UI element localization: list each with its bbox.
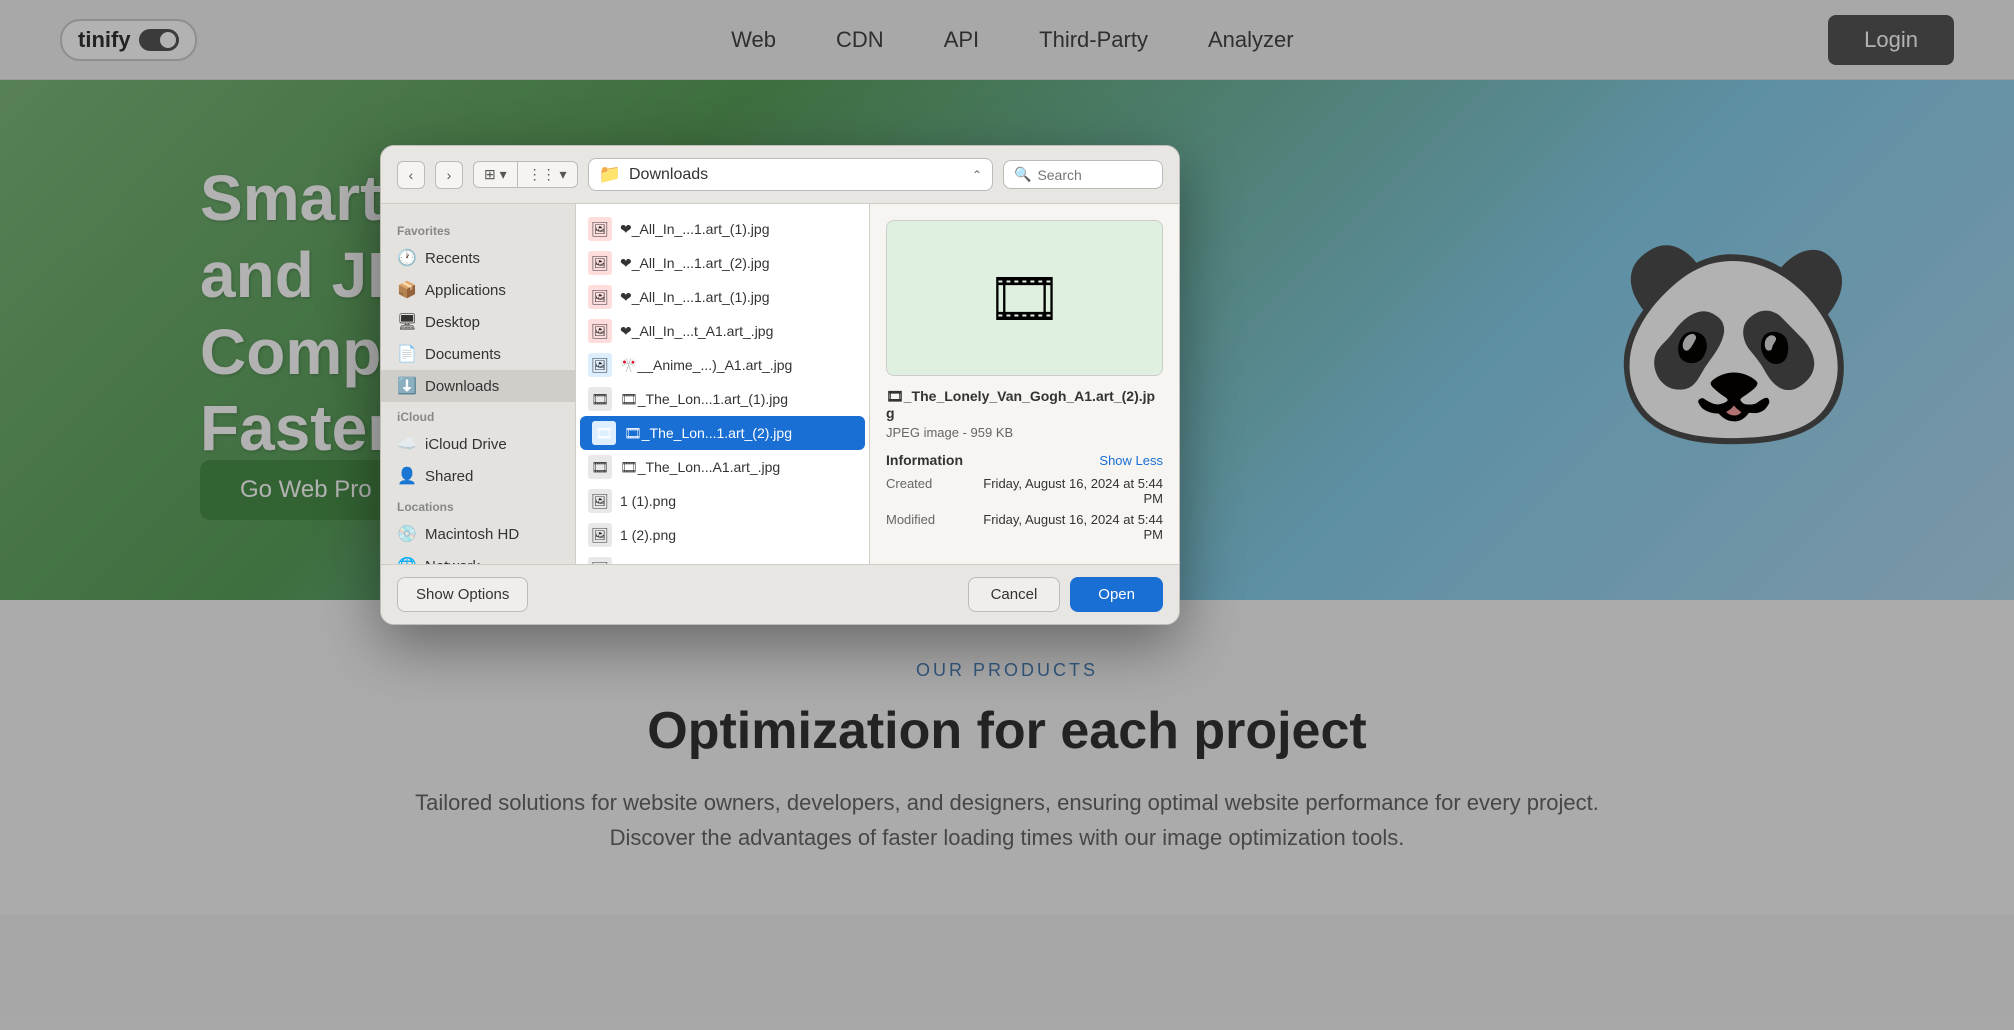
forward-button[interactable]: › <box>435 161 463 189</box>
info-created-row: Created Friday, August 16, 2024 at 5:44 … <box>886 476 1163 506</box>
sidebar-item-documents[interactable]: 📄 Documents <box>381 338 575 370</box>
icloud-label: iCloud <box>381 402 575 428</box>
preview-filesize: JPEG image - 959 KB <box>886 425 1163 440</box>
recents-icon: 🕐 <box>397 248 417 268</box>
modified-value: Friday, August 16, 2024 at 5:44 PM <box>983 512 1163 542</box>
list-item[interactable]: 🎞 🎞_The_Lon...1.art_(1).jpg <box>576 382 869 416</box>
location-icon: 📁 <box>599 164 621 185</box>
location-bar: 📁 Downloads ⌃ <box>588 158 993 191</box>
sidebar-item-macintosh-hd[interactable]: 💿 Macintosh HD <box>381 518 575 550</box>
list-item[interactable]: 🖼 ❤_All_In_...1.art_(1).jpg <box>576 212 869 246</box>
preview-filename: 🎞_The_Lonely_Van_Gogh_A1.art_(2).jpg <box>886 388 1163 421</box>
info-title: Information <box>886 452 963 468</box>
show-options-button[interactable]: Show Options <box>397 577 528 612</box>
list-item[interactable]: 🖼 1 (2).png <box>576 518 869 552</box>
created-value: Friday, August 16, 2024 at 5:44 PM <box>983 476 1163 506</box>
file-name: 1 (2).png <box>620 527 676 543</box>
search-input[interactable] <box>1037 167 1152 183</box>
file-name: ❤_All_In_...t_A1.art_.jpg <box>620 323 773 340</box>
applications-icon: 📦 <box>397 280 417 300</box>
sidebar-item-applications[interactable]: 📦 Applications <box>381 274 575 306</box>
show-less-button[interactable]: Show Less <box>1099 453 1163 468</box>
sidebar-item-label-applications: Applications <box>425 282 506 299</box>
sidebar-item-icloud-drive[interactable]: ☁️ iCloud Drive <box>381 428 575 460</box>
shared-icon: 👤 <box>397 466 417 486</box>
downloads-icon: ⬇️ <box>397 376 417 396</box>
file-name: 🎞_The_Lon...1.art_(2).jpg <box>624 425 792 442</box>
sidebar-item-label-desktop: Desktop <box>425 314 480 331</box>
sidebar-item-network[interactable]: 🌐 Network <box>381 550 575 564</box>
icloud-drive-icon: ☁️ <box>397 434 417 454</box>
open-button[interactable]: Open <box>1070 577 1163 612</box>
created-label: Created <box>886 476 932 506</box>
preview-image: 🎞 <box>886 220 1163 376</box>
sidebar-item-downloads[interactable]: ⬇️ Downloads <box>381 370 575 402</box>
desktop-icon: 🖥 <box>397 312 417 332</box>
sidebar-item-label-documents: Documents <box>425 346 501 363</box>
modified-label: Modified <box>886 512 935 542</box>
dialog-toolbar: ‹ › ⊞ ▾ ⋮⋮ ▾ 📁 Downloads ⌃ 🔍 <box>381 146 1179 204</box>
back-button[interactable]: ‹ <box>397 161 425 189</box>
sidebar-item-desktop[interactable]: 🖥 Desktop <box>381 306 575 338</box>
file-thumb: 🖼 <box>588 557 612 564</box>
network-icon: 🌐 <box>397 556 417 564</box>
cancel-button[interactable]: Cancel <box>968 577 1061 612</box>
sidebar-item-label-downloads: Downloads <box>425 378 499 395</box>
list-view-button[interactable]: ⊞ ▾ <box>474 162 518 187</box>
file-thumb: 🖼 <box>588 353 612 377</box>
macintosh-hd-icon: 💿 <box>397 524 417 544</box>
info-header: Information Show Less <box>886 452 1163 468</box>
file-name: ❤_All_In_...1.art_(2).jpg <box>620 255 769 272</box>
grid-view-button[interactable]: ⋮⋮ ▾ <box>518 162 577 187</box>
file-thumb: 🎞 <box>588 387 612 411</box>
file-thumb: 🎞 <box>588 455 612 479</box>
sidebar-item-label-icloud-drive: iCloud Drive <box>425 436 507 453</box>
file-name: ❤_All_In_...1.art_(1).jpg <box>620 221 769 238</box>
file-name: 🎞_The_Lon...A1.art_.jpg <box>620 459 780 476</box>
list-item[interactable]: 🖼 ❤_All_In_...1.art_(2).jpg <box>576 246 869 280</box>
file-name: 1 (1).png <box>620 493 676 509</box>
sidebar-item-shared[interactable]: 👤 Shared <box>381 460 575 492</box>
list-item[interactable]: 🖼 1 (1).png <box>576 484 869 518</box>
list-item-selected[interactable]: 🎞 🎞_The_Lon...1.art_(2).jpg <box>580 416 865 450</box>
file-thumb: 🖼 <box>588 319 612 343</box>
file-thumb: 🖼 <box>588 523 612 547</box>
sidebar-item-label-shared: Shared <box>425 468 473 485</box>
list-item[interactable]: 🖼 ❤_All_In_...t_A1.art_.jpg <box>576 314 869 348</box>
search-icon: 🔍 <box>1014 166 1031 183</box>
locations-label: Locations <box>381 492 575 518</box>
dialog-actions: Cancel Open <box>968 577 1163 612</box>
view-toggle: ⊞ ▾ ⋮⋮ ▾ <box>473 161 578 188</box>
file-name: 🎌__Anime_...)_A1.art_.jpg <box>620 357 792 374</box>
dialog-footer: Show Options Cancel Open <box>381 564 1179 624</box>
list-item[interactable]: 🖼 ❤_All_In_...1.art_(1).jpg <box>576 280 869 314</box>
file-thumb: 🖼 <box>588 285 612 309</box>
file-thumb: 🖼 <box>588 489 612 513</box>
dialog-sidebar: Favorites 🕐 Recents 📦 Applications 🖥 Des… <box>381 204 576 564</box>
file-list[interactable]: 🖼 ❤_All_In_...1.art_(1).jpg 🖼 ❤_All_In_.… <box>576 204 869 564</box>
file-name: ❤_All_In_...1.art_(1).jpg <box>620 289 769 306</box>
location-chevron-icon: ⌃ <box>972 168 982 182</box>
search-box[interactable]: 🔍 <box>1003 160 1163 189</box>
sidebar-item-label-recents: Recents <box>425 250 480 267</box>
dialog-body: Favorites 🕐 Recents 📦 Applications 🖥 Des… <box>381 204 1179 564</box>
file-thumb: 🎞 <box>592 421 616 445</box>
list-item[interactable]: 🎞 🎞_The_Lon...A1.art_.jpg <box>576 450 869 484</box>
file-dialog: ‹ › ⊞ ▾ ⋮⋮ ▾ 📁 Downloads ⌃ 🔍 Favorites 🕐… <box>380 145 1180 625</box>
file-name: 🎞_The_Lon...1.art_(1).jpg <box>620 391 788 408</box>
location-text: Downloads <box>629 166 964 184</box>
info-modified-row: Modified Friday, August 16, 2024 at 5:44… <box>886 512 1163 542</box>
sidebar-item-label-macintosh: Macintosh HD <box>425 526 519 543</box>
documents-icon: 📄 <box>397 344 417 364</box>
file-thumb: 🖼 <box>588 251 612 275</box>
file-thumb: 🖼 <box>588 217 612 241</box>
preview-panel: 🎞 🎞_The_Lonely_Van_Gogh_A1.art_(2).jpg J… <box>869 204 1179 564</box>
list-item[interactable]: 🖼 🎌__Anime_...)_A1.art_.jpg <box>576 348 869 382</box>
list-item[interactable]: 🖼 1 (3).png <box>576 552 869 564</box>
favorites-label: Favorites <box>381 216 575 242</box>
sidebar-item-recents[interactable]: 🕐 Recents <box>381 242 575 274</box>
